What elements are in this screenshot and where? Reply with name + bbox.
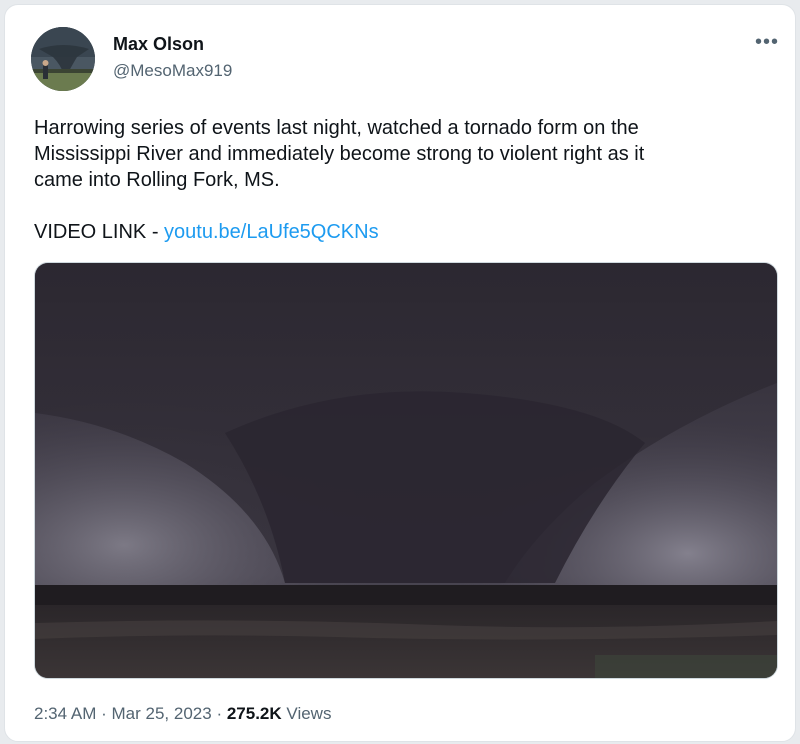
meta-separator: ·: [216, 704, 223, 723]
views-count: 275.2K: [226, 704, 282, 723]
avatar[interactable]: [31, 27, 95, 91]
tweet-text: Harrowing series of events last night, w…: [34, 117, 645, 191]
tweet-time[interactable]: 2:34 AM: [34, 704, 96, 723]
more-horizontal-icon[interactable]: •••: [750, 32, 784, 58]
tweet-media[interactable]: [34, 262, 778, 679]
video-link[interactable]: youtu.be/LaUfe5QCKNs: [164, 221, 379, 243]
tweet-meta: 2:34 AM · Mar 25, 2023 · 275.2K Views: [34, 704, 331, 724]
views-label: Views: [286, 704, 332, 723]
tornado-video-still: [35, 263, 777, 678]
author-display-name[interactable]: Max Olson: [113, 34, 204, 55]
tweet-date[interactable]: Mar 25, 2023: [112, 704, 212, 723]
meta-separator: ·: [101, 704, 107, 723]
video-link-label: VIDEO LINK -: [34, 221, 165, 243]
video-link-row: VIDEO LINK - youtu.be/LaUfe5QCKNs: [34, 219, 379, 245]
avatar-image: [31, 27, 95, 91]
author-handle[interactable]: @MesoMax919: [113, 61, 232, 81]
tweet-card: Max Olson @MesoMax919 ••• Harrowing seri…: [4, 4, 796, 742]
